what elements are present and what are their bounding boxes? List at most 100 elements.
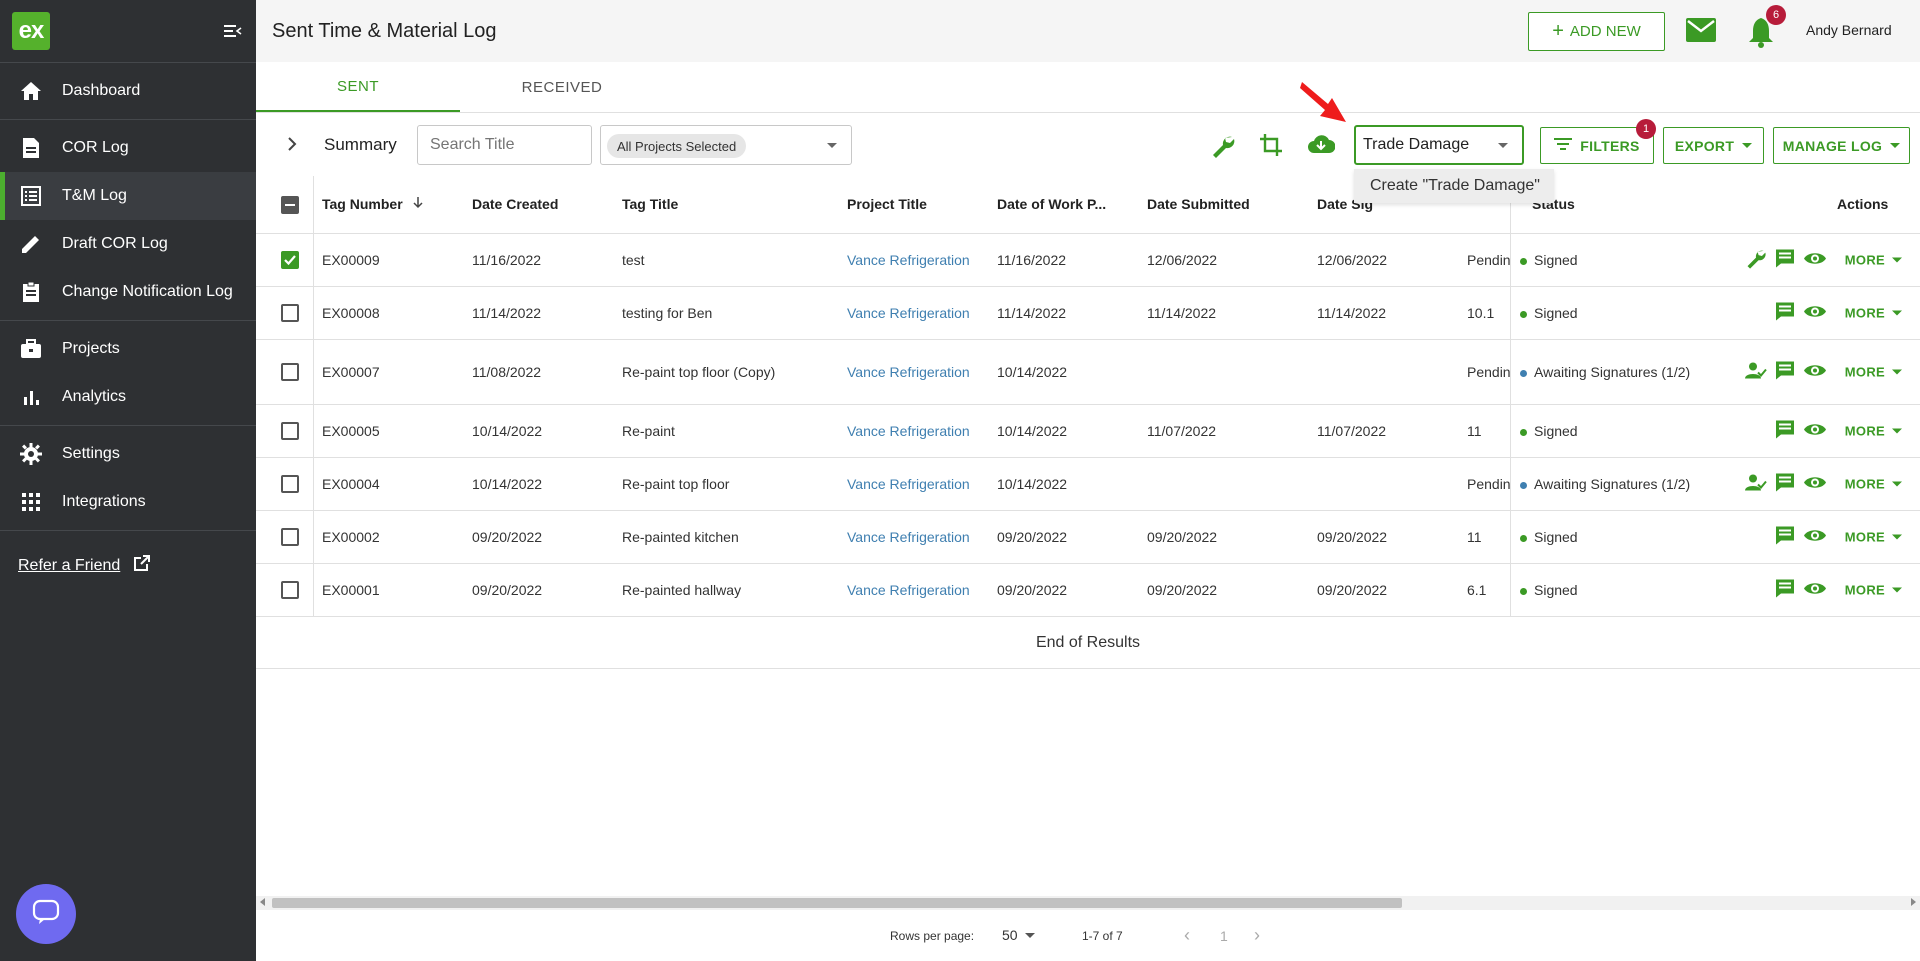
eye-icon[interactable] [1803, 475, 1827, 494]
table-row[interactable]: EX00002 09/20/2022 Re-painted kitchen Vance… [256, 511, 1920, 564]
cloud-download-icon[interactable] [1307, 133, 1336, 160]
sidebar-item-label: T&M Log [62, 187, 127, 204]
create-option-suggestion[interactable]: Create "Trade Damage" [1354, 169, 1554, 203]
summary-label[interactable]: Summary [324, 135, 397, 155]
crop-icon[interactable] [1259, 133, 1283, 162]
status-cell: Signed [1520, 529, 1578, 545]
header-tag-number[interactable]: Tag Number [322, 196, 423, 212]
export-button[interactable]: EXPORT [1663, 127, 1764, 164]
sidebar-item-dashboard[interactable]: Dashboard [0, 67, 256, 115]
sidebar-item-settings[interactable]: Settings [0, 430, 256, 478]
collapse-menu-icon[interactable] [224, 24, 242, 38]
project-title-link[interactable]: Vance Refrigeration [847, 529, 970, 545]
comment-icon[interactable] [1775, 526, 1795, 549]
header-date-submitted[interactable]: Date Submitted [1147, 196, 1250, 212]
search-title-input[interactable] [417, 125, 592, 165]
project-title-link[interactable]: Vance Refrigeration [847, 252, 970, 268]
wrench-icon[interactable] [1745, 248, 1767, 273]
tab-received[interactable]: RECEIVED [460, 62, 664, 112]
eye-icon[interactable] [1803, 363, 1827, 382]
header-date-created[interactable]: Date Created [472, 196, 558, 212]
user-name[interactable]: Andy Bernard [1806, 22, 1892, 38]
comment-icon[interactable] [1775, 361, 1795, 384]
project-title-link[interactable]: Vance Refrigeration [847, 582, 970, 598]
more-button[interactable]: MORE [1845, 253, 1902, 268]
scroll-right-icon[interactable] [1911, 898, 1916, 906]
table-row[interactable]: EX00005 10/14/2022 Re-paint Vance Refrigera… [256, 405, 1920, 458]
project-title-link[interactable]: Vance Refrigeration [847, 423, 970, 439]
table-row[interactable]: EX00001 09/20/2022 Re-painted hallway Vance… [256, 564, 1920, 617]
date-created-cell: 11/16/2022 [472, 252, 542, 268]
chat-support-button[interactable] [16, 884, 76, 944]
sidebar-item-change-notification-log[interactable]: Change Notification Log [0, 268, 256, 316]
sidebar-item-cor-log[interactable]: COR Log [0, 124, 256, 172]
log-tabs: SENT RECEIVED [256, 62, 1920, 113]
comment-icon[interactable] [1775, 579, 1795, 602]
more-button[interactable]: MORE [1845, 306, 1902, 321]
row-checkbox[interactable] [281, 251, 299, 269]
row-checkbox[interactable] [281, 475, 299, 493]
projects-select[interactable]: All Projects Selected [600, 125, 852, 165]
chevron-down-icon[interactable] [1025, 933, 1035, 938]
header-project-title[interactable]: Project Title [847, 196, 927, 212]
more-button[interactable]: MORE [1845, 477, 1902, 492]
next-page-icon[interactable]: › [1254, 925, 1260, 946]
eye-icon[interactable] [1803, 422, 1827, 441]
eye-icon[interactable] [1803, 528, 1827, 547]
row-checkbox[interactable] [281, 363, 299, 381]
more-button[interactable]: MORE [1845, 530, 1902, 545]
refer-a-friend-link[interactable]: Refer a Friend [0, 530, 256, 600]
person-check-icon[interactable] [1744, 361, 1767, 384]
project-title-link[interactable]: Vance Refrigeration [847, 305, 970, 321]
row-checkbox[interactable] [281, 528, 299, 546]
tag-title-cell: Re-paint top floor (Copy) [622, 364, 776, 380]
project-title-link[interactable]: Vance Refrigeration [847, 364, 970, 380]
comment-icon[interactable] [1775, 302, 1795, 325]
row-checkbox[interactable] [281, 304, 299, 322]
sidebar-item-integrations[interactable]: Integrations [0, 478, 256, 526]
table-row[interactable]: EX00009 11/16/2022 test Vance Refrigeration… [256, 234, 1920, 287]
more-button[interactable]: MORE [1845, 424, 1902, 439]
header-date-of-work[interactable]: Date of Work P... [997, 196, 1106, 212]
eye-icon[interactable] [1803, 251, 1827, 270]
expand-summary-icon[interactable] [286, 135, 298, 158]
comment-icon[interactable] [1775, 249, 1795, 272]
comment-icon[interactable] [1775, 420, 1795, 443]
header-tag-title[interactable]: Tag Title [622, 196, 678, 212]
horizontal-scrollbar[interactable] [256, 896, 1920, 910]
wrench-icon[interactable] [1210, 133, 1236, 164]
mail-icon[interactable] [1686, 18, 1716, 47]
manage-log-button[interactable]: MANAGE LOG [1773, 127, 1910, 164]
sidebar-item-label: Settings [62, 445, 120, 462]
sidebar-item-draft-cor-log[interactable]: Draft COR Log [0, 220, 256, 268]
scrollbar-thumb[interactable] [272, 898, 1402, 908]
current-page[interactable]: 1 [1220, 928, 1228, 944]
sidebar-item-t-m-log[interactable]: T&M Log [0, 172, 256, 220]
person-check-icon[interactable] [1744, 473, 1767, 496]
date-of-work-cell: 10/14/2022 [997, 364, 1068, 380]
table-row[interactable]: EX00008 11/14/2022 testing for Ben Vance Re… [256, 287, 1920, 340]
comment-icon[interactable] [1775, 473, 1795, 496]
list-icon [18, 183, 44, 209]
sidebar-item-analytics[interactable]: Analytics [0, 373, 256, 421]
more-button[interactable]: MORE [1845, 365, 1902, 380]
app-logo[interactable]: ex [12, 12, 50, 50]
tab-sent[interactable]: SENT [256, 62, 460, 112]
previous-page-icon[interactable]: ‹ [1184, 925, 1190, 946]
eye-icon[interactable] [1803, 581, 1827, 600]
sidebar-item-projects[interactable]: Projects [0, 325, 256, 373]
row-checkbox[interactable] [281, 581, 299, 599]
tag-type-input[interactable]: Trade Damage [1354, 125, 1524, 165]
column-divider [313, 564, 314, 616]
row-checkbox[interactable] [281, 422, 299, 440]
add-new-button[interactable]: + ADD NEW [1528, 12, 1665, 51]
table-row[interactable]: EX00004 10/14/2022 Re-paint top floor Vance… [256, 458, 1920, 511]
rows-per-page-select[interactable]: 50 [1002, 927, 1018, 943]
table-row[interactable]: EX00007 11/08/2022 Re-paint top floor (Cop… [256, 340, 1920, 405]
pencil-icon [18, 231, 44, 257]
scroll-left-icon[interactable] [260, 898, 265, 906]
eye-icon[interactable] [1803, 304, 1827, 323]
select-all-checkbox[interactable] [281, 195, 299, 214]
project-title-link[interactable]: Vance Refrigeration [847, 476, 970, 492]
more-button[interactable]: MORE [1845, 583, 1902, 598]
